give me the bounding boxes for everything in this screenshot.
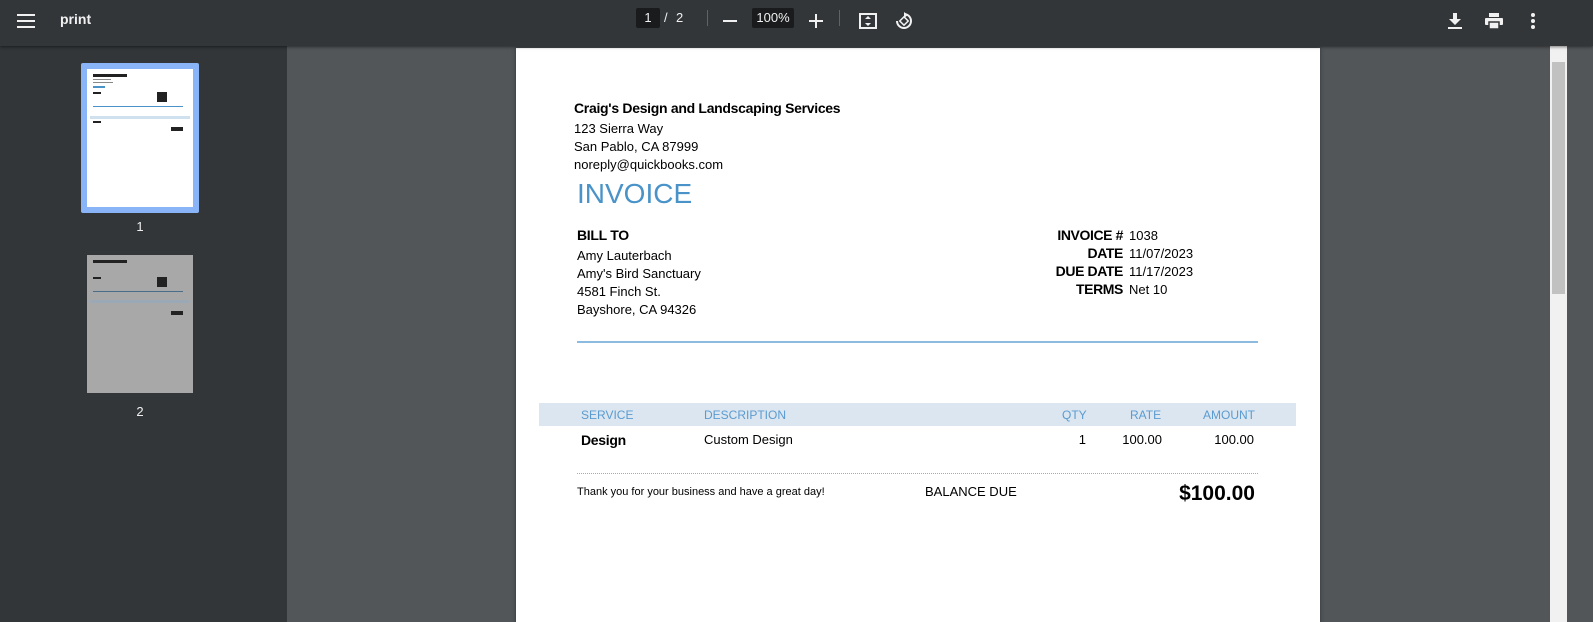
menu-icon — [17, 13, 35, 33]
company-address-line: San Pablo, CA 87999 — [574, 139, 699, 154]
fit-page-icon — [859, 12, 877, 34]
more-options-icon — [1531, 12, 1535, 34]
line-item-amount: 100.00 — [1214, 432, 1254, 447]
download-button[interactable] — [1439, 7, 1471, 39]
invoice-number-value: 1038 — [1129, 228, 1158, 243]
zoom-out-icon — [723, 14, 737, 33]
bill-to-heading: BILL TO — [577, 227, 629, 243]
print-button[interactable] — [1478, 7, 1510, 39]
balance-due-label: BALANCE DUE — [925, 484, 1017, 499]
download-icon — [1448, 12, 1462, 34]
due-date-value: 11/17/2023 — [1129, 264, 1194, 279]
thumbnail-sidebar: 1 2 — [0, 46, 287, 622]
terms-value: Net 10 — [1129, 282, 1168, 297]
company-email: noreply@quickbooks.com — [574, 157, 724, 172]
bill-to-line: 4581 Finch St. — [577, 284, 661, 299]
pdf-page: Craig's Design and Landscaping Services … — [516, 48, 1320, 622]
page-number-input[interactable]: 1 — [636, 8, 660, 28]
invoice-number-label: INVOICE # — [1057, 227, 1123, 243]
balance-due-amount: $100.00 — [1179, 482, 1255, 505]
menu-button[interactable] — [10, 7, 42, 39]
toolbar-divider — [707, 10, 708, 26]
column-header-service: SERVICE — [581, 408, 634, 422]
pdf-toolbar: print 1 / 2 100% — [0, 0, 1593, 46]
rotate-icon — [895, 11, 913, 35]
column-header-description: DESCRIPTION — [704, 408, 787, 422]
date-value: 11/07/2023 — [1129, 246, 1194, 261]
viewer-edge — [1567, 46, 1593, 622]
document-title: print — [60, 11, 92, 27]
company-name: Craig's Design and Landscaping Services — [574, 100, 841, 116]
thank-you-message: Thank you for your business and have a g… — [577, 486, 825, 498]
line-item-service: Design — [581, 432, 626, 448]
zoom-level-input[interactable]: 100% — [752, 8, 794, 28]
scrollbar-thumb[interactable] — [1552, 62, 1565, 294]
thumbnail-preview — [87, 255, 193, 393]
document-viewer[interactable]: Craig's Design and Landscaping Services … — [287, 46, 1550, 622]
zoom-in-button[interactable] — [800, 7, 832, 39]
terms-label: TERMS — [1075, 281, 1123, 297]
line-item-rate: 100.00 — [1122, 432, 1162, 447]
print-icon — [1485, 12, 1503, 34]
zoom-out-button[interactable] — [714, 7, 746, 39]
bill-to-line: Amy's Bird Sanctuary — [577, 266, 701, 281]
line-item-description: Custom Design — [704, 432, 793, 447]
thumbnail-page-number: 2 — [136, 404, 144, 419]
date-label: DATE — [1087, 245, 1124, 261]
invoice-title: INVOICE — [577, 178, 693, 209]
page-separator: / — [664, 10, 668, 25]
line-item-qty: 1 — [1078, 432, 1086, 447]
column-header-amount: AMOUNT — [1203, 408, 1255, 422]
bill-to-line: Amy Lauterbach — [577, 248, 672, 263]
zoom-in-icon — [809, 13, 823, 33]
page-total: 2 — [676, 10, 684, 25]
column-header-qty: QTY — [1062, 408, 1087, 422]
section-divider — [577, 341, 1258, 343]
due-date-label: DUE DATE — [1055, 263, 1124, 279]
fit-page-button[interactable] — [852, 7, 884, 39]
column-header-rate: RATE — [1130, 408, 1162, 422]
table-header — [539, 403, 1296, 426]
rotate-button[interactable] — [888, 7, 920, 39]
thumbnail-preview — [81, 63, 199, 213]
dotted-divider — [577, 473, 1258, 474]
thumbnail-page-number: 1 — [136, 219, 144, 234]
company-address-line: 123 Sierra Way — [574, 121, 664, 136]
more-options-button[interactable] — [1517, 7, 1549, 39]
toolbar-divider — [839, 10, 840, 26]
vertical-scrollbar[interactable] — [1550, 46, 1567, 622]
bill-to-line: Bayshore, CA 94326 — [577, 302, 697, 317]
